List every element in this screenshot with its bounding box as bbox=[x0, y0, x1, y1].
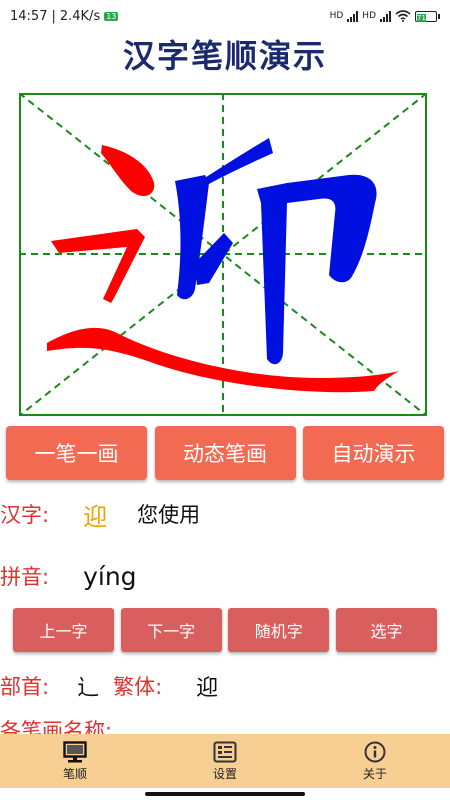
signal-icon-2 bbox=[380, 10, 391, 22]
next-char-button[interactable]: 下一字 bbox=[120, 608, 222, 652]
status-bar: 14:57 | 2.4K/s 13 HD HD 71 bbox=[0, 0, 450, 32]
dynamic-stroke-button[interactable]: 动态笔画 bbox=[154, 426, 296, 480]
random-char-button[interactable]: 随机字 bbox=[228, 608, 330, 652]
traditional-label: 繁体: bbox=[113, 675, 163, 699]
radical-row: 部首: 辶 繁体: 迎 bbox=[0, 668, 218, 704]
monitor-icon bbox=[63, 740, 87, 762]
one-stroke-button[interactable]: 一笔一画 bbox=[6, 426, 147, 480]
nav-stroke-order-label: 笔顺 bbox=[62, 766, 87, 781]
status-time: 14:57 bbox=[10, 8, 48, 24]
usage-text: 您使用 bbox=[137, 503, 201, 527]
signal-icon bbox=[347, 10, 359, 22]
select-char-button[interactable]: 选字 bbox=[335, 608, 437, 652]
nav-about-label: 关于 bbox=[362, 766, 387, 781]
hanzi-value: 迎 bbox=[83, 502, 108, 531]
char-nav-button-row: 上一字 下一字 随机字 选字 bbox=[13, 608, 437, 652]
net-type-1: HD bbox=[329, 11, 344, 21]
radical-label: 部首: bbox=[0, 675, 50, 699]
pinyin-row: 拼音: yíng bbox=[0, 558, 137, 594]
traditional-value: 迎 bbox=[196, 676, 219, 701]
character-canvas bbox=[19, 93, 427, 416]
wifi-icon bbox=[395, 10, 411, 22]
notification-badge: 13 bbox=[104, 11, 119, 21]
pinyin-value: yíng bbox=[83, 561, 137, 591]
prev-char-button[interactable]: 上一字 bbox=[13, 608, 114, 652]
mode-button-row: 一笔一画 动态笔画 自动演示 bbox=[6, 426, 444, 480]
info-icon bbox=[364, 741, 386, 762]
stroke-names-label: 各笔画名称: bbox=[0, 719, 113, 734]
battery-level: 71 bbox=[417, 13, 426, 22]
net-type-2: HD bbox=[362, 11, 376, 21]
page-title: 汉字笔顺演示 bbox=[122, 37, 327, 75]
stroke-names-row: 各笔画名称: bbox=[0, 716, 450, 734]
nav-settings[interactable]: 设置 bbox=[150, 734, 300, 788]
radical-value: 辶 bbox=[77, 676, 100, 701]
battery-icon: 71 bbox=[415, 10, 440, 22]
pinyin-label: 拼音: bbox=[0, 565, 50, 589]
bottom-nav: 笔顺 设置 关于 bbox=[0, 734, 450, 788]
auto-demo-button[interactable]: 自动演示 bbox=[303, 426, 444, 480]
home-indicator[interactable] bbox=[145, 792, 305, 796]
nav-about[interactable]: 关于 bbox=[300, 734, 450, 788]
hanzi-label: 汉字: bbox=[0, 503, 50, 527]
nav-settings-label: 设置 bbox=[212, 766, 237, 781]
character-grid[interactable] bbox=[19, 93, 427, 416]
hanzi-row: 汉字: 迎 您使用 bbox=[0, 496, 200, 532]
status-net-speed: 2.4K/s bbox=[59, 8, 101, 24]
settings-list-icon bbox=[213, 741, 237, 762]
nav-stroke-order[interactable]: 笔顺 bbox=[0, 734, 150, 788]
